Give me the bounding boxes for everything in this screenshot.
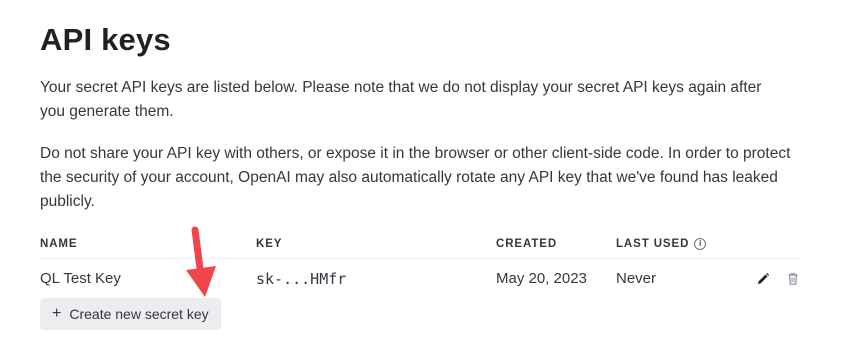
- security-warning-text: Do not share your API key with others, o…: [40, 145, 791, 210]
- arrow-down-icon: [186, 226, 216, 297]
- info-icon[interactable]: i: [694, 238, 707, 250]
- create-button-label: Create new secret key: [69, 306, 209, 322]
- trash-icon[interactable]: [784, 270, 802, 288]
- column-header-actions: [746, 230, 800, 259]
- column-header-created: CREATED: [496, 230, 616, 259]
- plus-icon: +: [52, 305, 62, 322]
- row-actions-cell: [746, 259, 800, 299]
- last-used-cell: Never: [616, 270, 657, 287]
- api-keys-table: NAME KEY CREATED LAST USED i QL Test Key …: [40, 230, 800, 298]
- column-header-last-used: LAST USED i: [616, 230, 746, 259]
- created-date-cell: May 20, 2023: [496, 270, 587, 287]
- key-value-cell: sk-...HMfr: [256, 269, 347, 288]
- column-header-last-used-label: LAST USED: [616, 238, 690, 250]
- table-header-row: NAME KEY CREATED LAST USED i: [40, 230, 800, 259]
- create-new-secret-key-button[interactable]: + Create new secret key: [40, 298, 221, 330]
- table-row: QL Test Key sk-...HMfr May 20, 2023 Neve…: [40, 259, 800, 299]
- intro-text: Your secret API keys are listed below. P…: [40, 79, 762, 120]
- edit-icon[interactable]: [754, 270, 772, 288]
- column-header-key: KEY: [256, 230, 496, 259]
- page-title: API keys: [40, 22, 171, 57]
